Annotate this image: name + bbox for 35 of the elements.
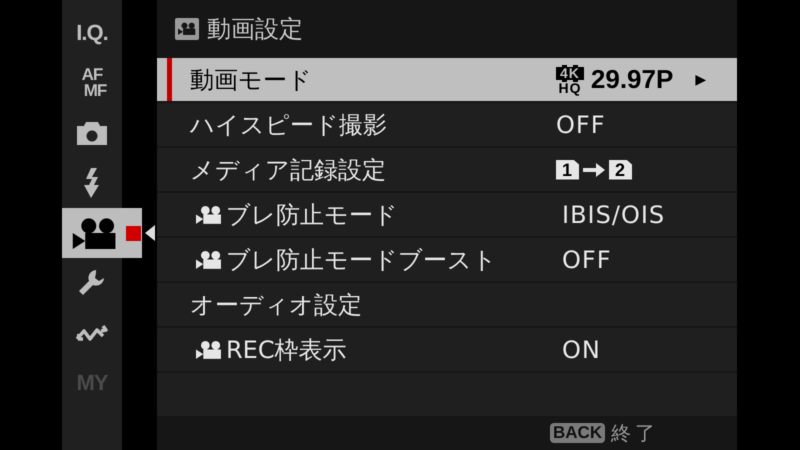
setting-label: ブレ防止モード [226,200,398,230]
card-slot-icon: 2 [609,160,632,180]
menu-row[interactable]: REC枠表示 ON [157,328,737,371]
menu-title: 動画設定 [207,14,303,45]
setting-value: 29.97P [590,64,674,95]
card-slot-icon: 1 [556,160,580,180]
setting-label: 動画モード [190,64,312,96]
setting-value: OFF [556,110,606,138]
camera-icon [76,120,108,146]
setting-label: ブレ防止モードブースト [226,244,497,276]
setting-value: IBIS/OIS [562,200,666,228]
submenu-arrow: ▶ [695,72,708,88]
setting-label: ハイスピード撮影 [190,110,387,140]
lightning-icon [82,168,102,198]
menu-tab[interactable]: AF MF [78,67,106,99]
movie-menu-icon [175,18,199,40]
arrow-icon [583,162,606,176]
setting-label: REC枠表示 [226,334,347,366]
setting-value: ON [562,336,601,364]
selection-bar [167,58,172,101]
wrench-icon [78,269,106,297]
setting-label: オーディオ設定 [190,290,362,320]
movie-camera-icon [72,217,118,249]
footer-hint: 終了 [611,420,660,446]
menu-row[interactable]: ブレ防止モード IBIS/OIS [157,193,737,236]
record-indicator-icon [126,226,141,240]
menu-row[interactable]: オーディオ設定 [157,283,737,326]
menu-row[interactable]: ハイスピード撮影 OFF [157,103,737,146]
back-key: BACK [550,423,606,443]
setting-label: メディア記録設定 [190,154,386,186]
setting-value: OFF [562,246,612,274]
connection-icon [75,322,109,344]
menu-row[interactable]: メディア記録設定 1 2 [157,148,737,191]
menu-row[interactable]: ブレ防止モードブースト OFF [157,238,737,281]
pointer-icon [145,225,155,241]
